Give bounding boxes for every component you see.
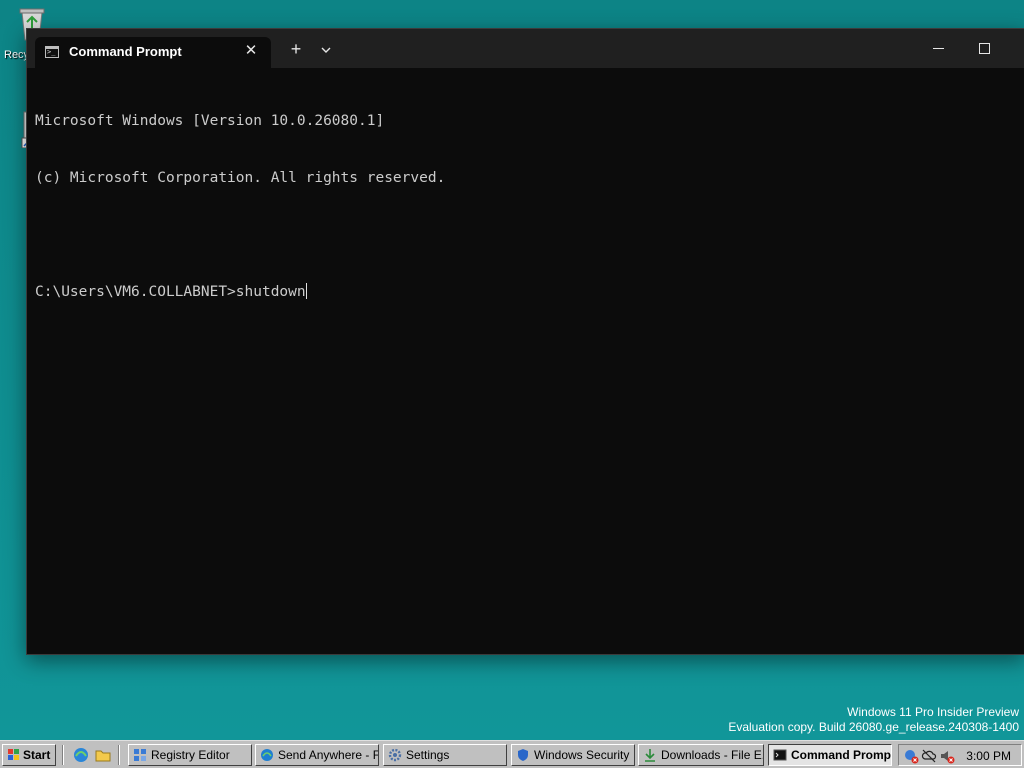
- edge-icon: [261, 749, 273, 761]
- taskbar-button-label: Send Anywhere - F...: [278, 748, 379, 762]
- console-line: Microsoft Windows [Version 10.0.26080.1]: [35, 113, 385, 129]
- taskbar-button-label: Downloads - File E...: [661, 748, 764, 762]
- folder-icon[interactable]: [94, 746, 112, 764]
- close-tab-button[interactable]: ✕: [241, 41, 261, 61]
- start-button[interactable]: Start: [2, 744, 56, 766]
- volume-muted-icon[interactable]: [939, 748, 955, 764]
- terminal-icon: [773, 749, 787, 761]
- taskbar-button-settings[interactable]: Settings: [383, 744, 507, 766]
- tab-title: Command Prompt: [69, 44, 182, 59]
- taskbar-button-windows-security[interactable]: Windows Security: [511, 744, 635, 766]
- taskbar-button-label: Windows Security: [534, 748, 630, 762]
- watermark-edition: Windows 11 Pro Insider Preview: [847, 705, 1019, 719]
- taskbar: Start Registry Editor Send Anywhere - F.…: [0, 740, 1024, 768]
- taskbar-button-label: Settings: [406, 748, 450, 762]
- download-icon: [645, 749, 655, 762]
- edge-icon[interactable]: [72, 746, 90, 764]
- windows-logo-icon: [8, 749, 19, 760]
- clock[interactable]: 3:00 PM: [966, 746, 1011, 766]
- cloud-offline-icon[interactable]: [921, 748, 937, 764]
- network-error-icon[interactable]: [903, 748, 919, 764]
- windows-watermark: Windows 11 Pro Insider Preview Evaluatio…: [728, 705, 1019, 735]
- chevron-down-icon[interactable]: [317, 41, 335, 59]
- console-prompt-line[interactable]: C:\Users\VM6.COLLABNET>shutdown: [35, 283, 1017, 302]
- tab-command-prompt[interactable]: Command Prompt ✕: [35, 37, 271, 68]
- shield-icon: [518, 749, 528, 761]
- maximize-button[interactable]: [961, 29, 1007, 68]
- settings-gear-icon: [388, 748, 402, 762]
- taskbar-button-label: Registry Editor: [151, 748, 230, 762]
- registry-icon: [134, 749, 146, 761]
- taskbar-separator: [118, 745, 120, 765]
- taskbar-button-label: Command Prompt: [791, 748, 892, 762]
- taskbar-button-send-anywhere[interactable]: Send Anywhere - F...: [255, 744, 379, 766]
- new-tab-button[interactable]: +: [285, 39, 307, 61]
- system-tray: 3:00 PM: [898, 744, 1022, 766]
- title-bar[interactable]: Command Prompt ✕ +: [27, 29, 1024, 68]
- command-prompt-icon: [45, 46, 59, 58]
- taskbar-button-registry-editor[interactable]: Registry Editor: [128, 744, 252, 766]
- text-cursor: [305, 283, 307, 299]
- console-command: C:\Users\VM6.COLLABNET>shutdown: [35, 284, 306, 300]
- console-output[interactable]: Microsoft Windows [Version 10.0.26080.1]…: [35, 74, 1017, 340]
- taskbar-separator: [62, 745, 64, 765]
- minimize-button[interactable]: [915, 29, 961, 68]
- start-label: Start: [23, 748, 51, 762]
- terminal-window: Command Prompt ✕ + Microsoft Windows [Ve…: [26, 28, 1024, 655]
- console-line: (c) Microsoft Corporation. All rights re…: [35, 170, 446, 186]
- watermark-build: Evaluation copy. Build 26080.ge_release.…: [728, 720, 1019, 734]
- taskbar-button-command-prompt[interactable]: Command Prompt: [768, 744, 892, 766]
- taskbar-button-downloads[interactable]: Downloads - File E...: [638, 744, 764, 766]
